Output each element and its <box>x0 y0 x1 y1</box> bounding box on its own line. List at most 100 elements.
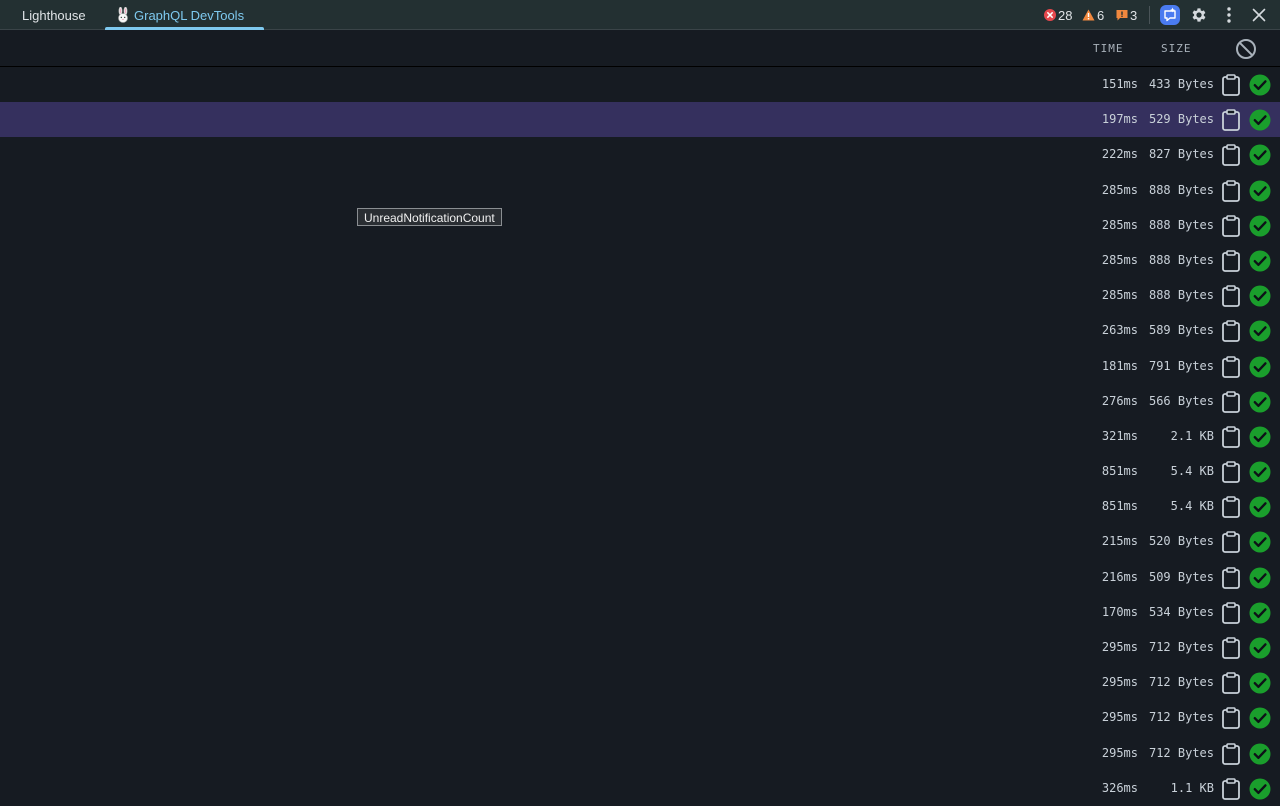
copy-request-button[interactable] <box>1221 320 1241 343</box>
more-vertical-icon <box>1227 7 1231 23</box>
clipboard-icon <box>1221 355 1241 382</box>
copy-request-button[interactable] <box>1221 637 1241 659</box>
copy-request-button[interactable] <box>1221 214 1241 237</box>
request-size: 520 Bytes <box>1148 534 1214 549</box>
request-row[interactable]: 285ms 888 Bytes <box>0 173 1280 208</box>
request-row[interactable]: 216ms 509 Bytes <box>0 560 1280 595</box>
copy-request-button[interactable] <box>1221 496 1241 519</box>
success-status-icon <box>1249 461 1271 483</box>
request-size: 534 Bytes <box>1148 604 1214 619</box>
copy-request-button[interactable] <box>1221 250 1241 272</box>
copy-request-button[interactable] <box>1221 672 1241 695</box>
request-row[interactable]: 215ms 520 Bytes <box>0 524 1280 559</box>
request-row[interactable]: 285ms 888 Bytes <box>0 278 1280 313</box>
request-size: 566 Bytes <box>1148 393 1214 408</box>
settings-button[interactable] <box>1189 5 1209 25</box>
error-count[interactable]: 28 <box>1044 0 1072 30</box>
success-status-icon <box>1249 426 1271 448</box>
close-devtools-button[interactable] <box>1249 5 1269 25</box>
clipboard-icon <box>1221 566 1241 593</box>
copy-request-button[interactable] <box>1221 74 1241 96</box>
copy-request-button[interactable] <box>1221 426 1241 448</box>
copy-request-button[interactable] <box>1221 777 1241 800</box>
success-status-icon <box>1249 180 1271 202</box>
request-row[interactable]: 295ms 712 Bytes <box>0 700 1280 735</box>
column-header-time[interactable]: TIME <box>1093 31 1124 67</box>
request-time: 321ms <box>1101 428 1138 443</box>
copy-request-button[interactable] <box>1221 285 1241 308</box>
success-status-icon <box>1249 567 1271 589</box>
operation-name-tooltip: UnreadNotificationCount <box>357 208 502 226</box>
success-status-icon <box>1249 707 1271 729</box>
tab-lighthouse-label: Lighthouse <box>22 8 86 23</box>
clipboard-icon <box>1221 179 1241 206</box>
tab-lighthouse[interactable]: Lighthouse <box>22 0 86 30</box>
copy-request-button[interactable] <box>1221 355 1241 378</box>
request-time: 285ms <box>1101 252 1138 267</box>
copy-request-button[interactable] <box>1221 531 1241 554</box>
more-options-button[interactable] <box>1219 5 1239 25</box>
request-row[interactable]: 285ms 888 Bytes <box>0 208 1280 243</box>
copy-request-button[interactable] <box>1221 566 1241 589</box>
request-size: 5.4 KB <box>1170 499 1214 514</box>
toolbar-divider <box>1149 6 1150 24</box>
request-row[interactable]: 197ms 529 Bytes <box>0 102 1280 138</box>
success-status-icon <box>1249 743 1271 765</box>
clipboard-icon <box>1221 144 1241 170</box>
request-row[interactable]: 285ms 888 Bytes <box>0 243 1280 278</box>
success-status-icon <box>1249 496 1271 518</box>
request-row[interactable]: 295ms 712 Bytes <box>0 630 1280 665</box>
copy-request-button[interactable] <box>1221 179 1241 202</box>
copy-request-button[interactable] <box>1221 742 1241 765</box>
request-row[interactable]: 151ms 433 Bytes <box>0 67 1280 102</box>
issue-count-value: 3 <box>1130 7 1138 23</box>
request-row[interactable]: 276ms 566 Bytes <box>0 384 1280 419</box>
success-status-icon <box>1249 637 1271 659</box>
request-row[interactable]: 170ms 534 Bytes <box>0 595 1280 630</box>
clipboard-icon <box>1221 109 1241 135</box>
clear-log-icon[interactable] <box>1235 38 1257 60</box>
copy-request-button[interactable] <box>1221 602 1241 624</box>
active-tab-indicator <box>105 27 264 30</box>
success-status-icon <box>1249 109 1271 131</box>
request-time: 216ms <box>1101 569 1138 584</box>
request-row[interactable]: 295ms 712 Bytes <box>0 665 1280 700</box>
close-icon <box>1252 8 1266 22</box>
tab-graphql-devtools[interactable]: GraphQL DevTools <box>105 0 264 30</box>
request-size: 589 Bytes <box>1148 323 1214 338</box>
copy-request-button[interactable] <box>1221 707 1241 730</box>
devtools-tab-bar: Lighthouse GraphQL DevTools 28 6 3 <box>0 0 1280 30</box>
request-time: 263ms <box>1101 323 1138 338</box>
warning-count[interactable]: 6 <box>1082 0 1104 30</box>
request-time: 222ms <box>1101 147 1138 162</box>
request-size: 712 Bytes <box>1148 675 1214 690</box>
request-row[interactable]: 851ms 5.4 KB <box>0 489 1280 524</box>
copy-request-button[interactable] <box>1221 109 1241 132</box>
clipboard-icon <box>1221 777 1241 804</box>
request-row[interactable]: 326ms 1.1 KB <box>0 771 1280 806</box>
copy-request-button[interactable] <box>1221 390 1241 413</box>
request-row[interactable]: 263ms 589 Bytes <box>0 313 1280 348</box>
request-time: 285ms <box>1101 288 1138 303</box>
copy-request-button[interactable] <box>1221 144 1241 167</box>
success-status-icon <box>1249 356 1271 378</box>
request-row[interactable]: 321ms 2.1 KB <box>0 419 1280 454</box>
column-header-size[interactable]: SIZE <box>1161 31 1192 67</box>
request-row[interactable]: 222ms 827 Bytes <box>0 137 1280 172</box>
bunny-icon <box>118 7 128 23</box>
request-size: 888 Bytes <box>1148 288 1214 303</box>
clipboard-icon <box>1221 461 1241 487</box>
request-row[interactable]: 851ms 5.4 KB <box>0 454 1280 489</box>
request-size: 888 Bytes <box>1148 182 1214 197</box>
ai-assistant-button[interactable] <box>1160 5 1180 25</box>
success-status-icon <box>1249 144 1271 166</box>
clipboard-icon <box>1221 602 1241 628</box>
request-time: 295ms <box>1101 675 1138 690</box>
ai-assistant-icon <box>1160 5 1180 25</box>
request-time: 197ms <box>1101 112 1138 127</box>
copy-request-button[interactable] <box>1221 461 1241 483</box>
request-row[interactable]: 295ms 712 Bytes <box>0 736 1280 771</box>
issue-count[interactable]: 3 <box>1116 0 1137 30</box>
request-list-header: TIME SIZE <box>0 31 1280 67</box>
request-row[interactable]: 181ms 791 Bytes <box>0 349 1280 384</box>
